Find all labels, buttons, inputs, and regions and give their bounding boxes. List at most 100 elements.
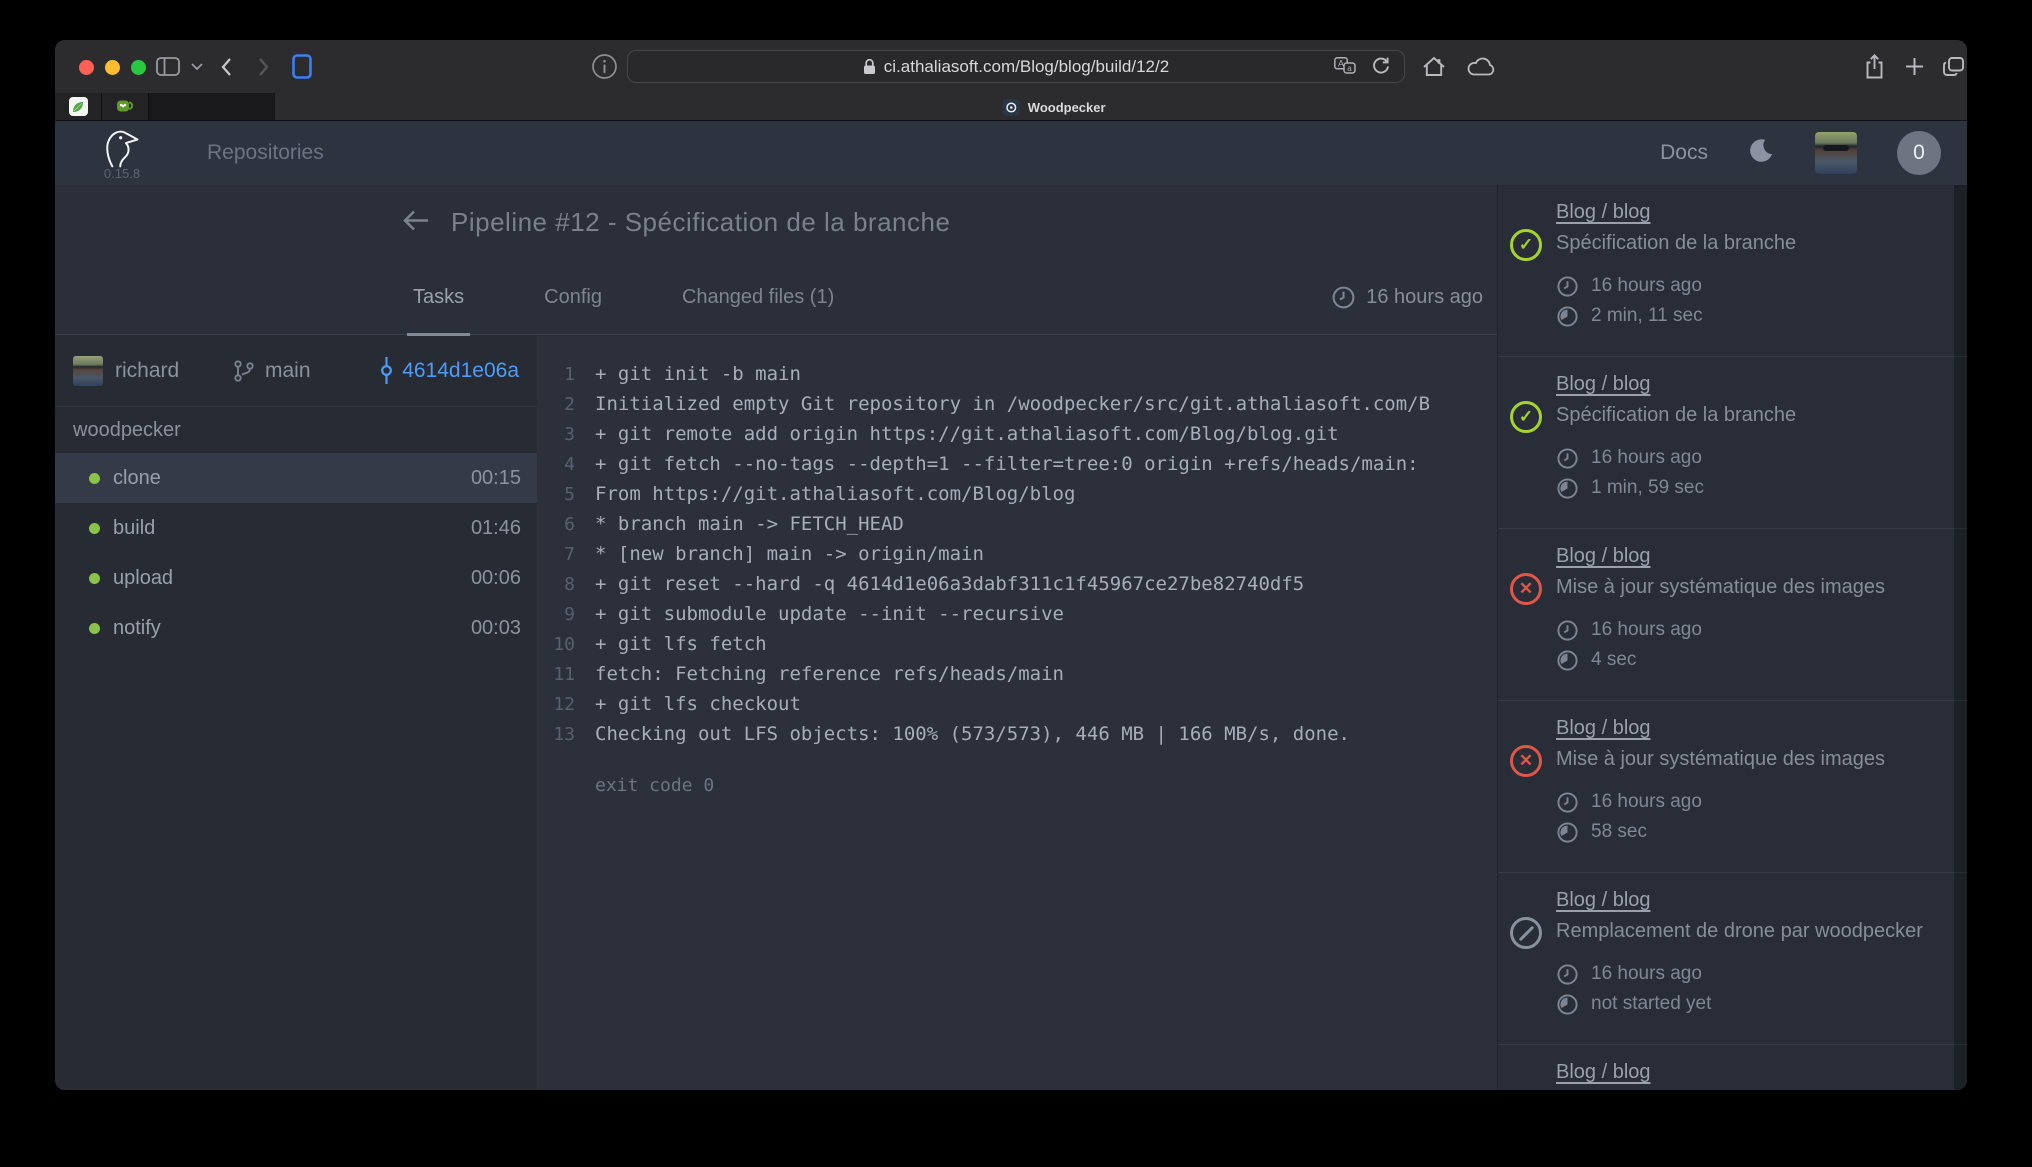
pipeline-entry[interactable]: Blog / blog Mise à jour systématique des… bbox=[1498, 701, 1967, 873]
new-tab-button[interactable] bbox=[1901, 40, 1927, 93]
svg-text:a: a bbox=[1347, 63, 1352, 72]
commit-message: Spécification de la branche bbox=[1556, 404, 1941, 427]
entry-duration: 58 sec bbox=[1556, 817, 1941, 847]
log-line: 1+ git init -b main bbox=[537, 359, 1497, 389]
log-line: 8+ git reset --hard -q 4614d1e06a3dabf31… bbox=[537, 569, 1497, 599]
address-bar[interactable]: ci.athaliasoft.com/Blog/blog/build/12/2 … bbox=[627, 50, 1405, 83]
pinned-tab-leaf[interactable] bbox=[55, 93, 102, 120]
clock-icon bbox=[1556, 275, 1579, 298]
commit-link[interactable]: 4614d1e06a bbox=[379, 357, 519, 384]
clock-icon bbox=[1556, 447, 1579, 470]
app-header: 0.15.8 Repositories Docs 0 bbox=[55, 121, 1967, 185]
pipeline-entry[interactable]: Blog / blog Spécification de la branche … bbox=[1498, 357, 1967, 529]
pipeline-entry[interactable]: Blog / blog Spécification de la branche … bbox=[1498, 185, 1967, 357]
translate-icon[interactable]: Aa bbox=[1334, 57, 1356, 79]
share-button[interactable] bbox=[1861, 40, 1887, 93]
queue-count-badge[interactable]: 0 bbox=[1897, 131, 1941, 175]
commit-message: Remplacement de drone par woodpecker bbox=[1556, 920, 1941, 943]
duration-icon bbox=[1556, 821, 1579, 844]
repo-link[interactable]: Blog / blog bbox=[1556, 373, 1651, 396]
pinned-tab-gitea[interactable] bbox=[102, 93, 149, 120]
home-button[interactable] bbox=[1419, 40, 1449, 93]
new-document-icon[interactable] bbox=[289, 40, 315, 93]
task-status-dot bbox=[89, 573, 100, 584]
active-tab[interactable] bbox=[275, 93, 1967, 120]
woodpecker-logo[interactable]: 0.15.8 bbox=[93, 125, 151, 181]
svg-text:A: A bbox=[1338, 58, 1344, 68]
app-version: 0.15.8 bbox=[104, 166, 140, 181]
user-avatar[interactable] bbox=[1815, 132, 1857, 174]
log-line: 3+ git remote add origin https://git.ath… bbox=[537, 419, 1497, 449]
commit-message: Spécification de la branche bbox=[1556, 232, 1941, 255]
task-group-label: woodpecker bbox=[55, 407, 537, 453]
pipeline-entry[interactable]: Blog / blog Remplacement de drone par wo… bbox=[1498, 873, 1967, 1045]
close-window-button[interactable] bbox=[79, 60, 94, 75]
clock-icon bbox=[1556, 791, 1579, 814]
log-line: 5From https://git.athaliasoft.com/Blog/b… bbox=[537, 479, 1497, 509]
branch-ref: main bbox=[233, 359, 373, 383]
scrollbar-track[interactable] bbox=[1954, 185, 1967, 1090]
entry-duration: not started yet bbox=[1556, 989, 1941, 1019]
clock-icon bbox=[1556, 963, 1579, 986]
icloud-tabs-icon[interactable] bbox=[1463, 40, 1499, 93]
entry-time: 16 hours ago bbox=[1556, 959, 1941, 989]
pipeline-finished-time: 16 hours ago bbox=[1331, 285, 1483, 310]
task-clone[interactable]: clone 00:15 bbox=[55, 453, 537, 503]
duration-icon bbox=[1556, 477, 1579, 500]
sidebar-toggle-button[interactable] bbox=[153, 40, 183, 93]
duration-icon bbox=[1556, 649, 1579, 672]
repo-link[interactable]: Blog / blog bbox=[1556, 201, 1651, 224]
repo-link[interactable]: Blog / blog bbox=[1556, 717, 1651, 740]
pipeline-entry[interactable]: Blog / blog Mise à jour systématique des… bbox=[1498, 529, 1967, 701]
back-button[interactable] bbox=[215, 40, 237, 93]
nav-docs[interactable]: Docs bbox=[1660, 141, 1708, 165]
zoom-window-button[interactable] bbox=[131, 60, 146, 75]
commit-message: Mise à jour systématique des images bbox=[1556, 576, 1941, 599]
tab-overview-button[interactable] bbox=[1939, 40, 1967, 93]
repo-link[interactable]: Blog / blog bbox=[1556, 1061, 1651, 1084]
forward-button[interactable] bbox=[253, 40, 275, 93]
page-info-button[interactable] bbox=[589, 40, 619, 93]
entry-time: 16 hours ago bbox=[1556, 615, 1941, 645]
lock-icon bbox=[863, 58, 876, 75]
active-tab-label-group[interactable]: Woodpecker bbox=[1003, 93, 1106, 121]
repo-link[interactable]: Blog / blog bbox=[1556, 889, 1651, 912]
status-success-icon bbox=[1510, 401, 1542, 433]
status-failure-icon bbox=[1510, 745, 1542, 777]
author-avatar bbox=[73, 356, 103, 386]
task-status-dot bbox=[89, 473, 100, 484]
log-line: 7* [new branch] main -> origin/main bbox=[537, 539, 1497, 569]
status-success-icon bbox=[1510, 229, 1542, 261]
git-branch-icon bbox=[233, 359, 255, 383]
git-commit-icon bbox=[379, 357, 394, 384]
commit-message: Mise à jour systématique des images bbox=[1556, 748, 1941, 771]
entry-duration: 1 min, 59 sec bbox=[1556, 473, 1941, 503]
log-line: 12+ git lfs checkout bbox=[537, 689, 1497, 719]
tab-config[interactable]: Config bbox=[544, 260, 602, 334]
task-upload[interactable]: upload 00:06 bbox=[55, 553, 537, 603]
status-failure-icon bbox=[1510, 573, 1542, 605]
pipeline-entry[interactable]: Blog / blog Remplacement de drone par wo… bbox=[1498, 1045, 1967, 1090]
pipelines-panel: Blog / blog Spécification de la branche … bbox=[1497, 185, 1967, 1090]
dark-mode-toggle[interactable] bbox=[1748, 137, 1775, 169]
active-tab-title: Woodpecker bbox=[1028, 100, 1106, 115]
tab-changed-files[interactable]: Changed files (1) bbox=[682, 260, 834, 334]
chevron-down-icon[interactable] bbox=[188, 40, 206, 93]
clock-icon bbox=[1331, 285, 1356, 310]
minimize-window-button[interactable] bbox=[105, 60, 120, 75]
task-status-dot bbox=[89, 623, 100, 634]
repo-link[interactable]: Blog / blog bbox=[1556, 545, 1651, 568]
task-build[interactable]: build 01:46 bbox=[55, 503, 537, 553]
entry-duration: 2 min, 11 sec bbox=[1556, 301, 1941, 331]
duration-icon bbox=[1556, 305, 1579, 328]
tab-strip: Woodpecker bbox=[55, 93, 1967, 121]
entry-duration: 4 sec bbox=[1556, 645, 1941, 675]
task-notify[interactable]: notify 00:03 bbox=[55, 603, 537, 653]
nav-repositories[interactable]: Repositories bbox=[207, 141, 324, 165]
browser-toolbar: ci.athaliasoft.com/Blog/blog/build/12/2 … bbox=[55, 40, 1967, 93]
reload-button[interactable] bbox=[1372, 56, 1390, 80]
back-button-pipeline[interactable] bbox=[400, 208, 431, 238]
exit-code: exit code 0 bbox=[537, 775, 1497, 796]
entry-time: 16 hours ago bbox=[1556, 271, 1941, 301]
tab-tasks[interactable]: Tasks bbox=[413, 260, 464, 334]
